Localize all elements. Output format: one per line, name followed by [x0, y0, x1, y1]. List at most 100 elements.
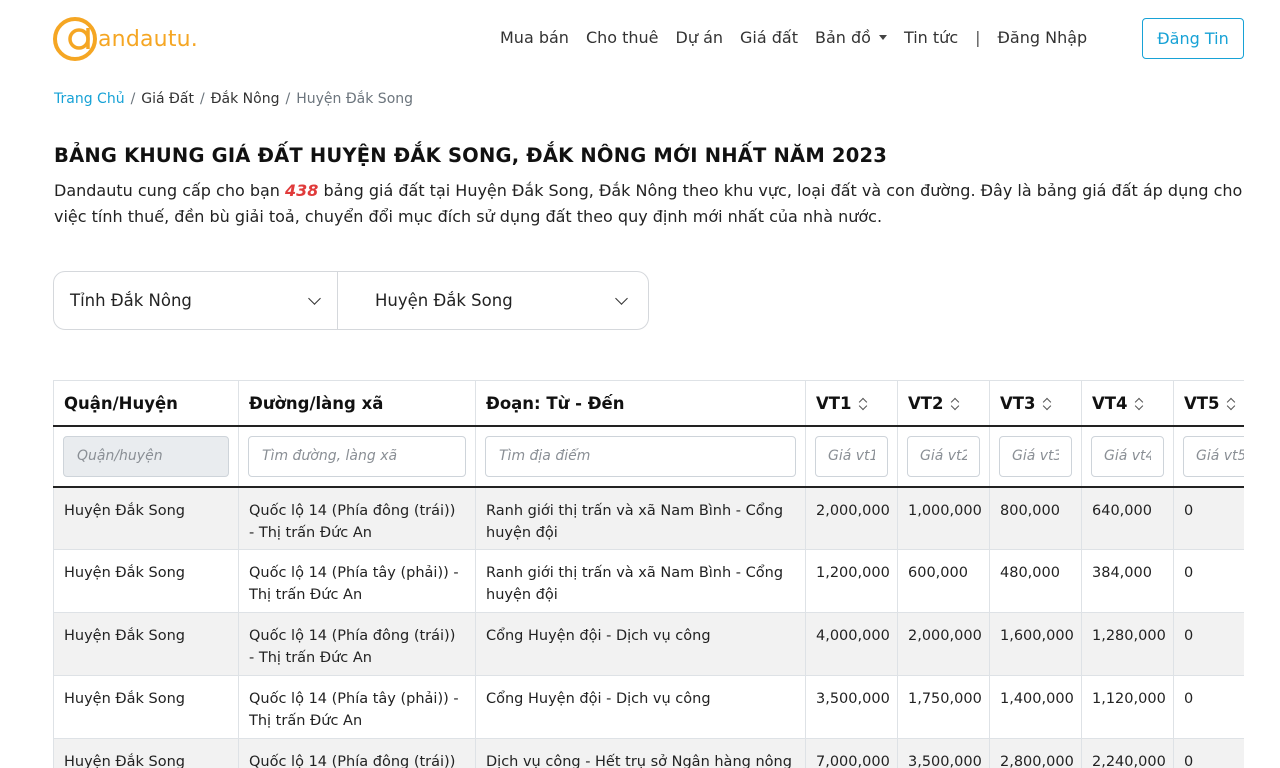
main-nav: Mua bán Cho thuê Dự án Giá đất Bản đồ Ti… [500, 28, 1104, 47]
sort-icon[interactable] [1042, 398, 1052, 410]
cell-vt1: 2,000,000 [805, 486, 898, 550]
breadcrumb: Trang Chủ / Giá Đất / Đắk Nông / Huyện Đ… [54, 91, 413, 107]
cell-district: Huyện Đắk Song [53, 738, 239, 768]
filter-cell [805, 425, 898, 488]
sort-icon[interactable] [950, 398, 960, 410]
vt3-filter-input[interactable] [999, 435, 1072, 477]
table-row: Huyện Đắk Song Quốc lộ 14 (Phía đông (tr… [53, 738, 1244, 768]
logo-icon [53, 17, 97, 61]
site-logo[interactable]: andautu. [52, 14, 198, 64]
column-header-vt1[interactable]: VT1 [805, 380, 898, 427]
breadcrumb-province[interactable]: Đắk Nông [211, 91, 280, 107]
cell-vt3: 800,000 [989, 486, 1082, 550]
column-header-vt2-label: VT2 [908, 394, 944, 413]
cell-vt2: 600,000 [897, 549, 990, 613]
column-header-segment: Đoạn: Từ - Đến [475, 380, 806, 427]
table-row: Huyện Đắk Song Quốc lộ 14 (Phía đông (tr… [53, 486, 1244, 550]
column-header-street: Đường/làng xã [238, 380, 476, 427]
cell-vt4: 1,280,000 [1081, 612, 1174, 676]
filter-cell [1173, 425, 1244, 488]
post-listing-button[interactable]: Đăng Tin [1142, 18, 1244, 59]
chevron-down-icon [308, 292, 321, 305]
nav-cho-thue[interactable]: Cho thuê [586, 28, 659, 47]
nav-gia-dat[interactable]: Giá đất [740, 28, 798, 47]
site-header: andautu. Mua bán Cho thuê Dự án Giá đất … [0, 0, 1280, 78]
sort-icon[interactable] [858, 398, 868, 410]
chevron-down-icon [615, 292, 628, 305]
price-table-container[interactable]: Quận/Huyện Đường/làng xã Đoạn: Từ - Đến … [53, 380, 1244, 768]
price-table: Quận/Huyện Đường/làng xã Đoạn: Từ - Đến … [53, 380, 1244, 768]
filter-cell [1081, 425, 1174, 488]
cell-vt1: 1,200,000 [805, 549, 898, 613]
cell-street: Quốc lộ 14 (Phía đông (trái)) - Thị trấn… [238, 612, 476, 676]
cell-vt1: 7,000,000 [805, 738, 898, 768]
cell-vt3: 2,800,000 [989, 738, 1082, 768]
cell-segment: Ranh giới thị trấn và xã Nam Bình - Cổng… [475, 549, 806, 613]
location-search-input[interactable] [485, 435, 796, 477]
column-header-vt3[interactable]: VT3 [989, 380, 1082, 427]
cell-segment: Cổng Huyện đội - Dịch vụ công [475, 675, 806, 739]
table-row: Huyện Đắk Song Quốc lộ 14 (Phía tây (phả… [53, 549, 1244, 613]
cell-vt3: 480,000 [989, 549, 1082, 613]
cell-vt5: 0 [1173, 486, 1244, 550]
filter-cell [897, 425, 990, 488]
district-filter-input[interactable] [63, 435, 229, 477]
breadcrumb-home[interactable]: Trang Chủ [54, 91, 125, 107]
table-row: Huyện Đắk Song Quốc lộ 14 (Phía tây (phả… [53, 675, 1244, 739]
cell-street: Quốc lộ 14 (Phía đông (trái)) - Thị trấn… [238, 486, 476, 550]
province-select-value: Tỉnh Đắk Nông [70, 291, 192, 310]
column-header-vt4-label: VT4 [1092, 394, 1128, 413]
cell-vt1: 4,000,000 [805, 612, 898, 676]
cell-vt3: 1,400,000 [989, 675, 1082, 739]
nav-du-an[interactable]: Dự án [676, 28, 724, 47]
column-header-vt5[interactable]: VT5 [1173, 380, 1244, 427]
login-link[interactable]: Đăng Nhập [998, 28, 1088, 47]
cell-vt4: 640,000 [1081, 486, 1174, 550]
breadcrumb-separator: / [199, 91, 205, 107]
cell-segment: Dịch vụ công - Hết trụ sở Ngân hàng nông [475, 738, 806, 768]
vt2-filter-input[interactable] [907, 435, 980, 477]
vt5-filter-input[interactable] [1183, 435, 1244, 477]
cell-vt4: 1,120,000 [1081, 675, 1174, 739]
cell-district: Huyện Đắk Song [53, 675, 239, 739]
street-search-input[interactable] [248, 435, 466, 477]
vt1-filter-input[interactable] [815, 435, 888, 477]
cell-vt5: 0 [1173, 738, 1244, 768]
vt4-filter-input[interactable] [1091, 435, 1164, 477]
intro-before: Dandautu cung cấp cho bạn [54, 181, 286, 200]
column-header-vt2[interactable]: VT2 [897, 380, 990, 427]
table-row: Huyện Đắk Song Quốc lộ 14 (Phía đông (tr… [53, 612, 1244, 676]
cell-street: Quốc lộ 14 (Phía đông (trái)) - [238, 738, 476, 768]
sort-icon[interactable] [1226, 398, 1236, 410]
cell-vt2: 3,500,000 [897, 738, 990, 768]
nav-ban-do-dropdown[interactable]: Bản đồ [815, 28, 887, 47]
nav-tin-tuc[interactable]: Tin tức [904, 28, 958, 47]
cell-vt2: 1,000,000 [897, 486, 990, 550]
cell-segment: Cổng Huyện đội - Dịch vụ công [475, 612, 806, 676]
column-header-vt5-label: VT5 [1184, 394, 1220, 413]
cell-vt2: 2,000,000 [897, 612, 990, 676]
breadcrumb-separator: / [130, 91, 136, 107]
column-header-vt4[interactable]: VT4 [1081, 380, 1174, 427]
sort-icon[interactable] [1134, 398, 1144, 410]
cell-vt2: 1,750,000 [897, 675, 990, 739]
filter-cell [989, 425, 1082, 488]
cell-district: Huyện Đắk Song [53, 612, 239, 676]
district-select[interactable]: Huyện Đắk Song [338, 272, 648, 329]
intro-text: Dandautu cung cấp cho bạn 438 bảng giá đ… [54, 178, 1244, 230]
column-header-vt3-label: VT3 [1000, 394, 1036, 413]
nav-mua-ban[interactable]: Mua bán [500, 28, 569, 47]
column-header-vt1-label: VT1 [816, 394, 852, 413]
cell-vt5: 0 [1173, 675, 1244, 739]
breadcrumb-gia-dat[interactable]: Giá Đất [141, 91, 194, 107]
column-header-district: Quận/Huyện [53, 380, 239, 427]
filter-cell [475, 425, 806, 488]
district-select-value: Huyện Đắk Song [375, 291, 513, 310]
breadcrumb-current: Huyện Đắk Song [296, 91, 414, 107]
province-select[interactable]: Tỉnh Đắk Nông [54, 272, 338, 329]
cell-segment: Ranh giới thị trấn và xã Nam Bình - Cổng… [475, 486, 806, 550]
cell-street: Quốc lộ 14 (Phía tây (phải)) - Thị trấn … [238, 675, 476, 739]
filter-cell [53, 425, 239, 488]
cell-vt3: 1,600,000 [989, 612, 1082, 676]
location-filter: Tỉnh Đắk Nông Huyện Đắk Song [53, 271, 649, 330]
